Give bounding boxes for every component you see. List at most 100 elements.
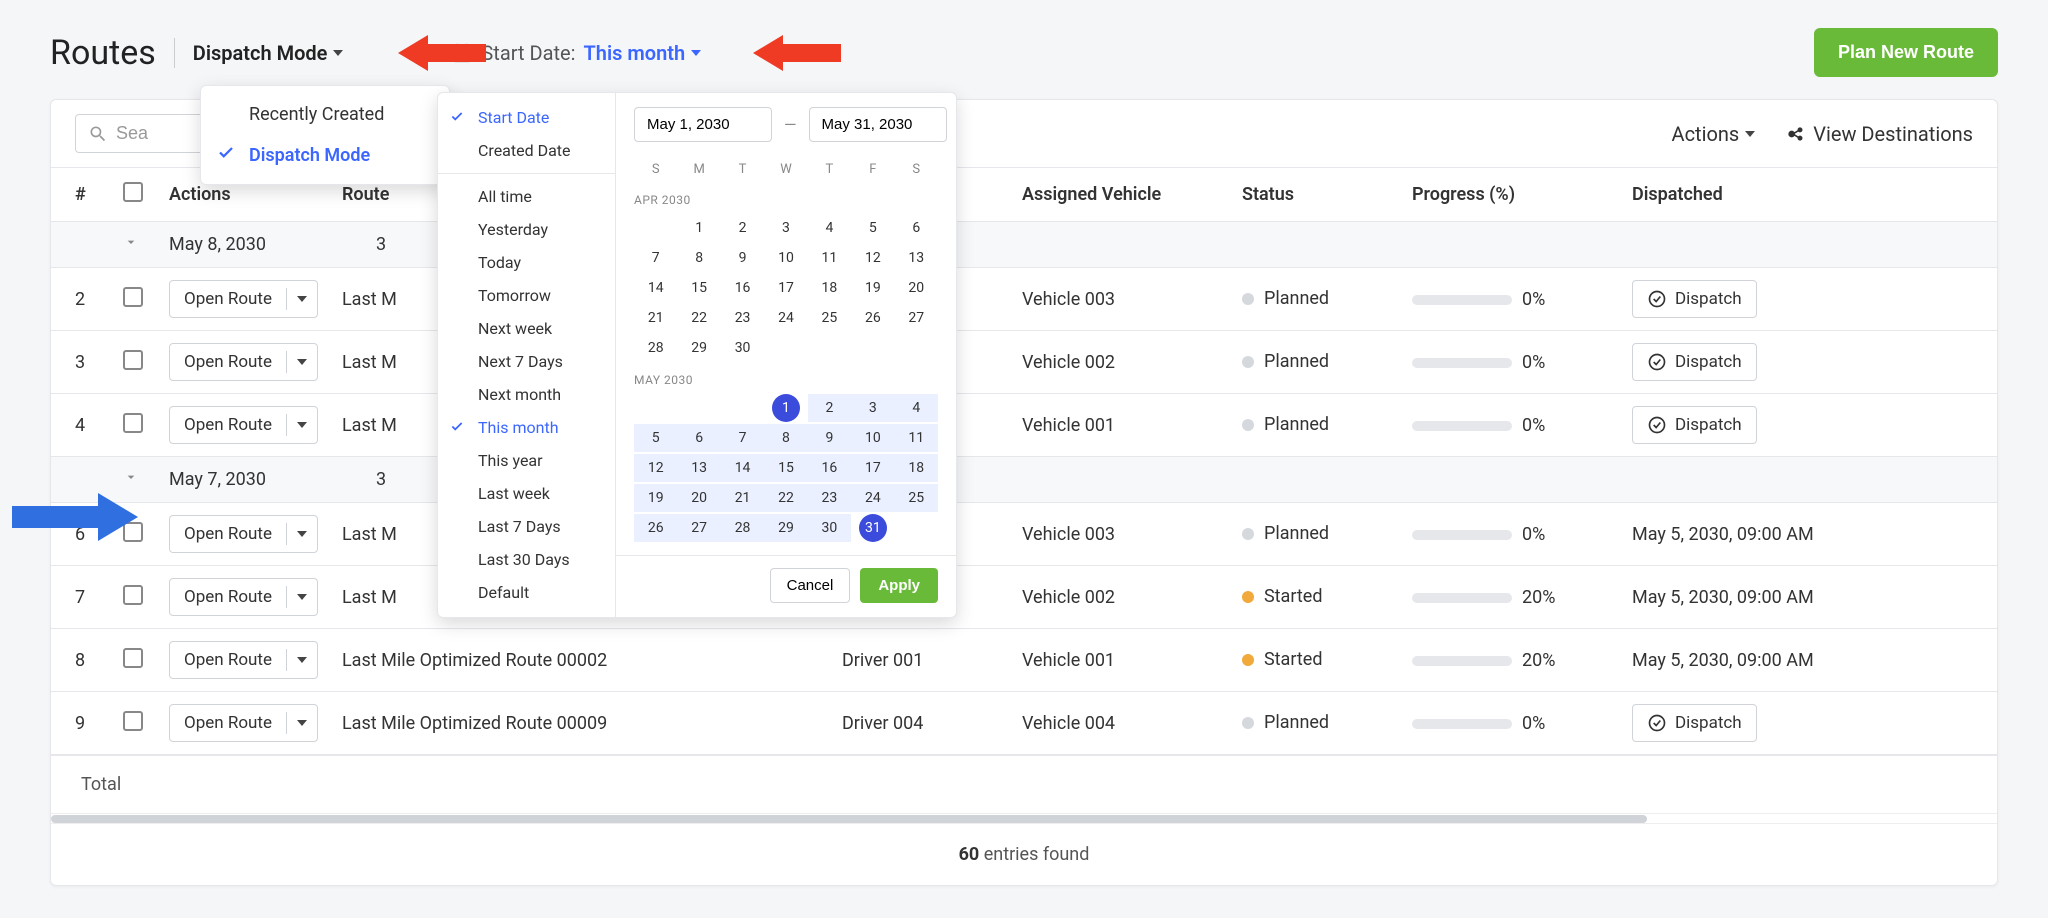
date-preset-option[interactable]: Default xyxy=(438,576,615,609)
date-apply-button[interactable]: Apply xyxy=(860,568,938,603)
date-preset-option[interactable]: Next 7 Days xyxy=(438,345,615,378)
open-route-button[interactable]: Open Route xyxy=(169,704,318,742)
calendar-day[interactable]: 13 xyxy=(677,454,720,482)
calendar-day[interactable]: 29 xyxy=(677,334,720,362)
group-toggle[interactable] xyxy=(123,469,139,485)
calendar-day[interactable]: 29 xyxy=(764,514,807,542)
row-checkbox[interactable] xyxy=(123,585,143,605)
calendar-day[interactable]: 17 xyxy=(851,454,894,482)
calendar-day[interactable]: 28 xyxy=(721,514,764,542)
row-checkbox[interactable] xyxy=(123,522,143,542)
date-filter-value[interactable]: This month xyxy=(583,41,701,65)
calendar-day[interactable]: 19 xyxy=(634,484,677,512)
calendar-day[interactable]: 26 xyxy=(851,304,894,332)
calendar-day[interactable]: 27 xyxy=(895,304,938,332)
calendar-day[interactable]: 1 xyxy=(677,214,720,242)
dispatch-button[interactable]: Dispatch xyxy=(1632,343,1757,381)
date-type-option[interactable]: Start Date xyxy=(438,101,615,134)
open-route-button[interactable]: Open Route xyxy=(169,515,318,553)
calendar-day[interactable]: 7 xyxy=(634,244,677,272)
calendar-day[interactable]: 16 xyxy=(721,274,764,302)
date-preset-option[interactable]: Next month xyxy=(438,378,615,411)
calendar-day[interactable]: 19 xyxy=(851,274,894,302)
date-preset-option[interactable]: Next week xyxy=(438,312,615,345)
date-preset-option[interactable]: Last 30 Days xyxy=(438,543,615,576)
calendar-day[interactable]: 23 xyxy=(721,304,764,332)
dispatch-button[interactable]: Dispatch xyxy=(1632,704,1757,742)
calendar-day[interactable]: 6 xyxy=(677,424,720,452)
open-route-caret[interactable] xyxy=(286,351,317,373)
row-checkbox[interactable] xyxy=(123,711,143,731)
calendar-day[interactable]: 16 xyxy=(808,454,851,482)
calendar-day[interactable]: 15 xyxy=(764,454,807,482)
calendar-day[interactable]: 7 xyxy=(721,424,764,452)
calendar-day[interactable]: 11 xyxy=(895,424,938,452)
calendar-day[interactable]: 30 xyxy=(721,334,764,362)
calendar-day[interactable]: 12 xyxy=(634,454,677,482)
dispatch-button[interactable]: Dispatch xyxy=(1632,406,1757,444)
search-input[interactable] xyxy=(116,123,176,144)
date-end-input[interactable] xyxy=(809,107,947,142)
date-start-input[interactable] xyxy=(634,107,772,142)
open-route-caret[interactable] xyxy=(286,649,317,671)
calendar-day[interactable]: 22 xyxy=(764,484,807,512)
calendar-day[interactable]: 2 xyxy=(808,394,851,422)
calendar-day[interactable]: 23 xyxy=(808,484,851,512)
calendar-day[interactable]: 9 xyxy=(721,244,764,272)
date-preset-option[interactable]: This year xyxy=(438,444,615,477)
calendar-day[interactable]: 28 xyxy=(634,334,677,362)
calendar-day[interactable]: 4 xyxy=(808,214,851,242)
calendar-day[interactable]: 1 xyxy=(772,394,800,422)
date-preset-option[interactable]: Tomorrow xyxy=(438,279,615,312)
open-route-caret[interactable] xyxy=(286,712,317,734)
dispatch-button[interactable]: Dispatch xyxy=(1632,280,1757,318)
row-checkbox[interactable] xyxy=(123,413,143,433)
date-preset-option[interactable]: Last 7 Days xyxy=(438,510,615,543)
row-checkbox[interactable] xyxy=(123,648,143,668)
calendar-day[interactable]: 15 xyxy=(677,274,720,302)
calendar-day[interactable]: 3 xyxy=(764,214,807,242)
calendar-day[interactable]: 5 xyxy=(851,214,894,242)
calendar-day[interactable]: 2 xyxy=(721,214,764,242)
open-route-button[interactable]: Open Route xyxy=(169,578,318,616)
calendar-day[interactable]: 18 xyxy=(895,454,938,482)
calendar-day[interactable]: 27 xyxy=(677,514,720,542)
calendar-day[interactable]: 31 xyxy=(859,514,887,542)
calendar-day[interactable]: 8 xyxy=(677,244,720,272)
mode-select[interactable]: Dispatch Mode xyxy=(193,41,344,65)
calendar-day[interactable]: 25 xyxy=(808,304,851,332)
calendar-day[interactable]: 3 xyxy=(851,394,894,422)
calendar-day[interactable]: 5 xyxy=(634,424,677,452)
calendar-day[interactable]: 22 xyxy=(677,304,720,332)
calendar-day[interactable]: 13 xyxy=(895,244,938,272)
date-preset-option[interactable]: All time xyxy=(438,180,615,213)
mode-menu-recently-created[interactable]: Recently Created xyxy=(201,94,449,135)
calendar-day[interactable]: 14 xyxy=(634,274,677,302)
row-checkbox[interactable] xyxy=(123,287,143,307)
date-cancel-button[interactable]: Cancel xyxy=(770,568,851,603)
date-preset-option[interactable]: Yesterday xyxy=(438,213,615,246)
calendar-day[interactable]: 17 xyxy=(764,274,807,302)
open-route-button[interactable]: Open Route xyxy=(169,406,318,444)
calendar-day[interactable]: 9 xyxy=(808,424,851,452)
calendar-day[interactable]: 10 xyxy=(851,424,894,452)
calendar-day[interactable]: 24 xyxy=(764,304,807,332)
calendar-day[interactable]: 20 xyxy=(677,484,720,512)
plan-new-route-button[interactable]: Plan New Route xyxy=(1814,28,1998,77)
open-route-caret[interactable] xyxy=(286,288,317,310)
calendar-day[interactable]: 26 xyxy=(634,514,677,542)
open-route-button[interactable]: Open Route xyxy=(169,641,318,679)
calendar-day[interactable]: 4 xyxy=(895,394,938,422)
calendar-day[interactable]: 11 xyxy=(808,244,851,272)
open-route-caret[interactable] xyxy=(286,586,317,608)
view-destinations-link[interactable]: View Destinations xyxy=(1785,122,1973,146)
row-checkbox[interactable] xyxy=(123,350,143,370)
calendar-day[interactable]: 25 xyxy=(895,484,938,512)
checkbox-all[interactable] xyxy=(123,182,143,202)
actions-dropdown[interactable]: Actions xyxy=(1672,122,1756,146)
horizontal-scrollbar[interactable] xyxy=(51,813,1997,823)
calendar-day[interactable]: 6 xyxy=(895,214,938,242)
calendar-day[interactable]: 21 xyxy=(634,304,677,332)
calendar-day[interactable]: 10 xyxy=(764,244,807,272)
calendar-day[interactable]: 20 xyxy=(895,274,938,302)
